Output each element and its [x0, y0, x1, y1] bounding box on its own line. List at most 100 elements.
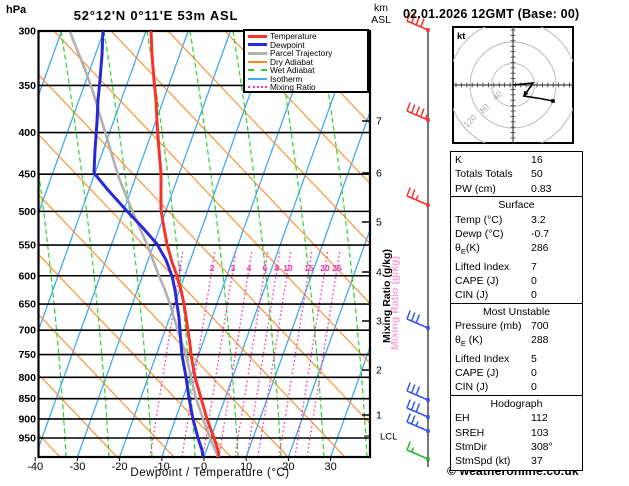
table-row-value: -0.7 — [531, 227, 550, 240]
table-row-value: 288 — [531, 334, 549, 347]
table-row: CIN (J) 0 — [451, 380, 582, 394]
hodograph: 4080120kt — [452, 26, 574, 144]
mixing-ratio-value-label: 10 — [283, 263, 293, 273]
table-row-label: Lifted Index — [455, 352, 510, 365]
mixing-ratio-value-label: 15 — [304, 263, 314, 273]
mixing-ratio-value-label: 20 — [320, 263, 330, 273]
table-row-label: θE (K) — [455, 334, 483, 349]
x-axis-title: Dewpoint / Temperature (°C) — [130, 467, 290, 479]
table-row: EH 112 — [451, 411, 582, 425]
mixing-ratio-value-label: 1 — [178, 263, 183, 273]
dewpoint-curve — [92, 31, 205, 457]
km-tick-label: 1 — [376, 410, 382, 422]
table-row: Lifted Index 7 — [451, 260, 582, 274]
legend-line-sample — [248, 86, 267, 89]
run-datetime: 02.01.2026 12GMT (Base: 00) — [403, 7, 580, 21]
mixing-ratio-value-label: 2 — [210, 263, 215, 273]
table-row-label: Temp (°C) — [455, 213, 503, 226]
table-row-value: 308° — [531, 441, 553, 454]
legend-item-label: Mixing Ratio — [270, 82, 316, 92]
table-row: CIN (J) 0 — [451, 288, 582, 302]
wind-barb — [406, 399, 430, 419]
pressure-tick-label: 950 — [18, 433, 36, 445]
indices-table: K 16 Totals Totals 50 PW (cm) 0.83 Surface Temp… — [450, 151, 583, 471]
km-tick-label: 7 — [376, 116, 382, 128]
table-row-value: 0 — [531, 367, 537, 380]
pressure-axis-unit: hPa — [6, 4, 27, 16]
table-row: θE(K) 286 — [451, 241, 582, 259]
table-row-value: 3.2 — [531, 213, 546, 226]
temp-tick-label: -40 — [27, 461, 43, 473]
km-tick-label: 6 — [376, 168, 382, 180]
legend-line-sample — [248, 51, 267, 55]
table-row-label: θE(K) — [455, 242, 480, 257]
legend-line-sample — [248, 77, 267, 80]
table-row-value: 112 — [531, 412, 548, 425]
table-row: SREH 103 — [451, 426, 582, 440]
legend: Temperature Dewpoint Parcel Trajectory Dry … — [243, 29, 369, 93]
table-row: Temp (°C) 3.2 — [451, 213, 582, 227]
table-row-label: StmSpd (kt) — [455, 455, 511, 468]
table-row: Pressure (mb) 700 — [451, 319, 582, 333]
legend-line-sample — [248, 60, 267, 63]
table-section: Hodograph EH 112 SREH 103 StmDir 308° StmSpd (k… — [450, 395, 583, 471]
pressure-tick-label: 600 — [18, 270, 36, 282]
pressure-tick-label: 800 — [18, 372, 36, 384]
table-row-label: Totals Totals — [455, 168, 513, 181]
hodograph-unit-label: kt — [457, 31, 466, 42]
pressure-tick-label: 300 — [18, 26, 36, 38]
table-row-label: Dewp (°C) — [455, 227, 504, 240]
wind-barb — [406, 382, 430, 402]
mixing-ratio-value-label: 4 — [247, 263, 252, 273]
table-row-label: EH — [455, 412, 470, 425]
mixing-ratio-value-label: 3 — [231, 263, 236, 273]
table-row-label: CIN (J) — [455, 381, 489, 394]
pressure-tick-label: 450 — [18, 169, 36, 181]
table-section-header: Most Unstable — [482, 305, 551, 318]
table-row: Lifted Index 5 — [451, 352, 582, 366]
pressure-tick-label: 650 — [18, 299, 36, 311]
km-tick-label: 2 — [376, 365, 382, 377]
pressure-tick-label: 400 — [18, 127, 36, 139]
table-row-value: 0 — [531, 274, 537, 287]
table-section: Surface Temp (°C) 3.2 Dewp (°C) -0.7 θE(K) 286… — [450, 196, 583, 305]
table-row-value: 0 — [531, 289, 537, 302]
table-row: Totals Totals 50 — [451, 167, 582, 181]
wind-barb — [406, 187, 430, 207]
pressure-tick-label: 700 — [18, 325, 36, 337]
table-row: PW (cm) 0.83 — [451, 182, 582, 196]
mixing-ratio-value-label: 6 — [263, 263, 268, 273]
table-row-value: 286 — [531, 242, 549, 255]
table-row-label: Lifted Index — [455, 260, 510, 273]
km-tick-label: 5 — [376, 217, 382, 229]
legend-line-sample — [248, 34, 267, 38]
pressure-tick-label: 850 — [18, 393, 36, 405]
table-row-value: 16 — [531, 154, 543, 166]
pressure-tick-label: 550 — [18, 240, 36, 252]
table-row-label: CIN (J) — [455, 289, 489, 302]
table-row-value: 103 — [531, 426, 549, 439]
table-section-header: Hodograph — [490, 398, 543, 411]
page-title: 52°12'N 0°11'E 53m ASL — [73, 8, 239, 23]
table-row: CAPE (J) 0 — [451, 366, 582, 380]
table-section: K 16 Totals Totals 50 PW (cm) 0.83 — [450, 151, 583, 198]
table-row-value: 50 — [531, 168, 543, 181]
table-row: Dewp (°C) -0.7 — [451, 227, 582, 241]
table-row-label: CAPE (J) — [455, 367, 499, 380]
table-row-label: PW (cm) — [455, 182, 496, 195]
pressure-tick-label: 750 — [18, 349, 36, 361]
wind-barb — [406, 441, 430, 461]
table-row-label: StmDir — [455, 441, 488, 454]
table-section-header: Surface — [498, 199, 535, 212]
table-row: StmDir 308° — [451, 440, 582, 454]
wind-barb-column — [406, 12, 430, 467]
altitude-axis-unit: km ASL — [366, 2, 396, 26]
pressure-tick-label: 500 — [18, 206, 36, 218]
wind-barb — [406, 310, 430, 330]
mixing-ratio-value-label: 25 — [332, 263, 342, 273]
mixing-ratio-axis-label: Mixing Ratio (g/kg) — [381, 249, 393, 343]
legend-item: Temperature — [248, 32, 367, 41]
table-row-value: 7 — [531, 260, 537, 273]
pressure-tick-label: 900 — [18, 413, 36, 425]
table-row-value: 0 — [531, 381, 537, 394]
